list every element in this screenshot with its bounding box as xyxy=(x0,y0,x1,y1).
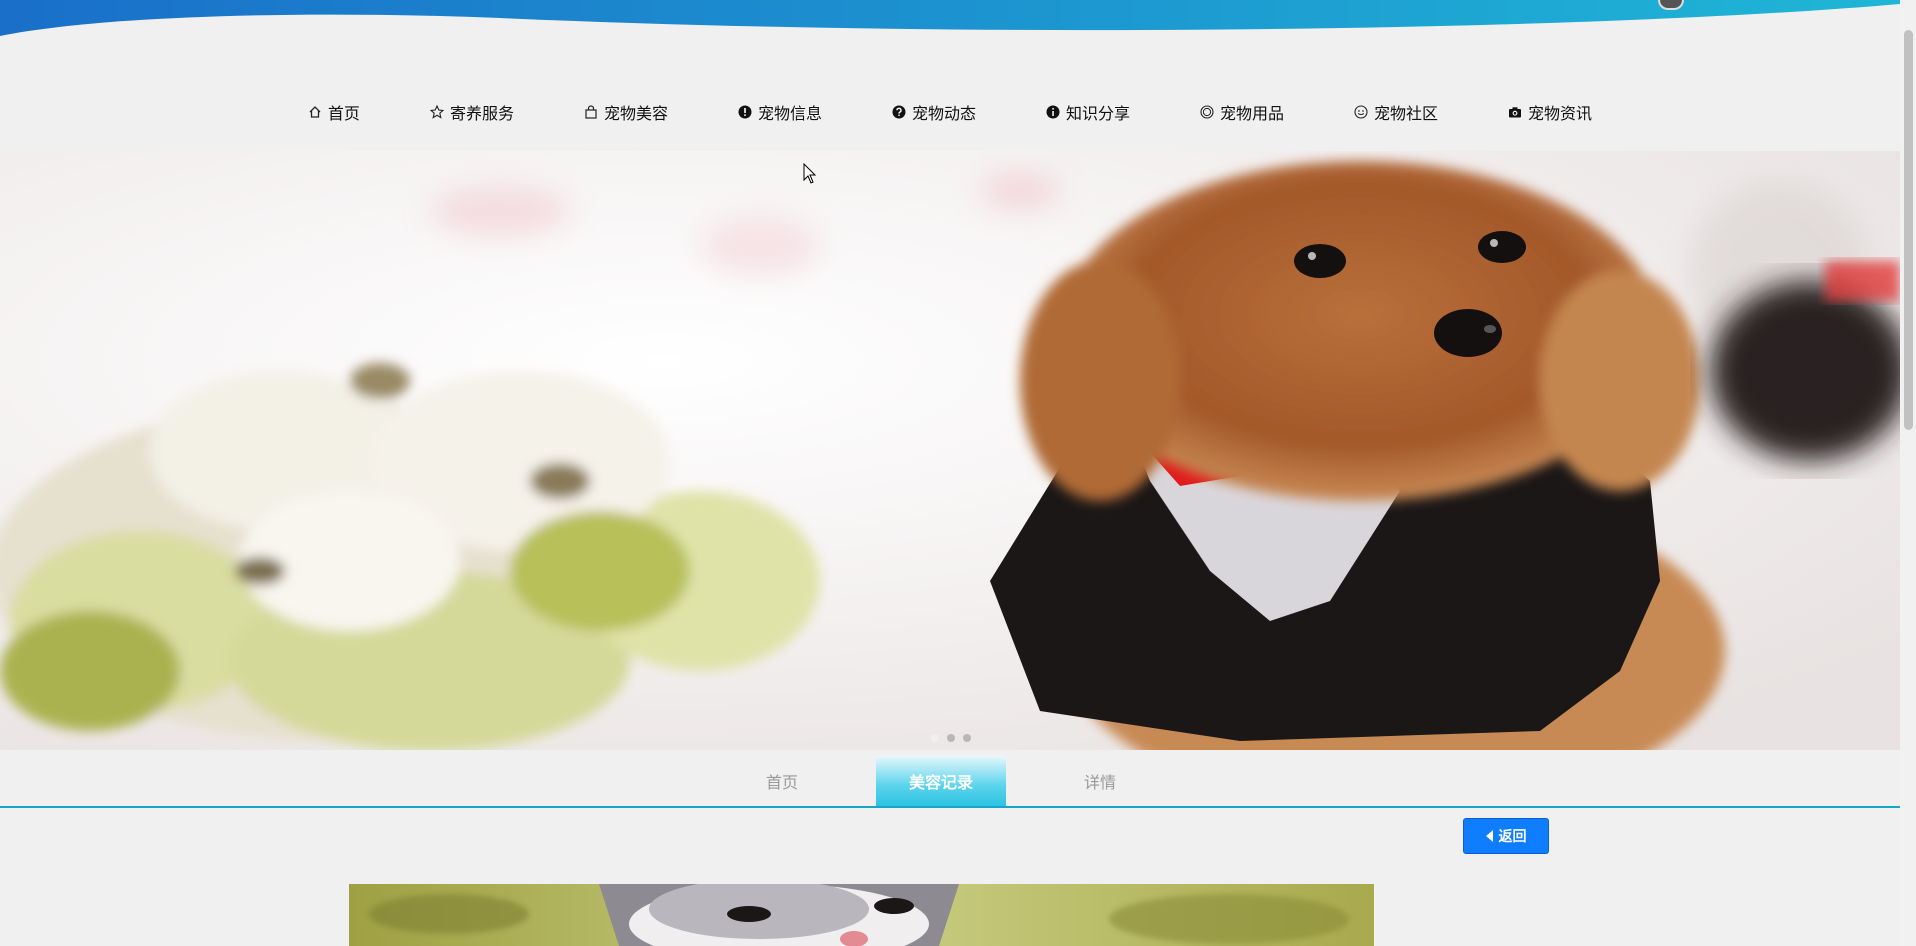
scrollbar-thumb[interactable] xyxy=(1904,30,1913,430)
nav-item-label: 宠物动态 xyxy=(911,104,976,123)
nav-item-grooming[interactable]: 宠物美容 xyxy=(584,100,668,124)
smile-icon xyxy=(1200,105,1214,119)
cat-on-grass-photo xyxy=(349,884,1374,946)
nav-item-pet-news[interactable]: 宠物资讯 xyxy=(1508,100,1592,124)
carousel-dot-3[interactable] xyxy=(963,734,971,742)
mouse-cursor-icon xyxy=(803,163,817,184)
nav-item-boarding[interactable]: 寄养服务 xyxy=(429,100,514,124)
question-circle-icon xyxy=(892,105,906,119)
tab-details[interactable]: 详情 xyxy=(1035,756,1165,806)
banner-carousel[interactable] xyxy=(0,151,1900,750)
nav-item-label: 宠物信息 xyxy=(757,104,822,123)
bag-icon xyxy=(585,105,597,119)
carousel-dots xyxy=(931,734,971,742)
caret-left-icon xyxy=(1485,830,1493,842)
nav-item-community[interactable]: 宠物社区 xyxy=(1354,100,1438,124)
nav-item-label: 宠物美容 xyxy=(603,104,668,123)
header-wave xyxy=(0,0,1900,36)
nav-item-knowledge[interactable]: 知识分享 xyxy=(1046,100,1130,124)
nav-item-label: 知识分享 xyxy=(1066,104,1131,123)
nav-item-label: 宠物用品 xyxy=(1220,104,1285,123)
nav-item-pet-info[interactable]: 宠物信息 xyxy=(738,100,822,124)
nav-item-label: 首页 xyxy=(327,104,360,123)
back-button[interactable]: 返回 xyxy=(1463,818,1549,854)
nav-item-label: 宠物资讯 xyxy=(1528,104,1593,123)
info-circle-icon xyxy=(1046,105,1060,119)
camera-icon xyxy=(1509,107,1522,118)
nav-item-pet-news-feed[interactable]: 宠物动态 xyxy=(892,100,976,124)
tab-home[interactable]: 首页 xyxy=(717,756,847,806)
page-scrollbar[interactable] xyxy=(1900,0,1916,946)
star-icon xyxy=(429,105,444,119)
breadcrumb-tabs: 首页 美容记录 详情 xyxy=(0,752,1900,808)
home-icon xyxy=(309,106,321,118)
carousel-dot-2[interactable] xyxy=(947,734,955,742)
main-nav: 首页 寄养服务 宠物美容 宠物信息 宠物动态 知识分享 宠物用品 宠物社区 宠物… xyxy=(0,92,1900,132)
nav-item-home[interactable]: 首页 xyxy=(308,100,360,124)
nav-item-label: 寄养服务 xyxy=(449,104,514,123)
detail-photo xyxy=(349,884,1374,946)
back-button-label: 返回 xyxy=(1498,829,1527,845)
nav-item-label: 宠物社区 xyxy=(1374,104,1439,123)
nav-item-supplies[interactable]: 宠物用品 xyxy=(1200,100,1284,124)
meh-icon xyxy=(1354,105,1368,119)
poodle-in-tuxedo-photo xyxy=(0,151,1900,750)
carousel-dot-1[interactable] xyxy=(931,734,939,742)
alert-circle-icon xyxy=(738,105,752,119)
tab-grooming-records[interactable]: 美容记录 xyxy=(876,756,1006,806)
